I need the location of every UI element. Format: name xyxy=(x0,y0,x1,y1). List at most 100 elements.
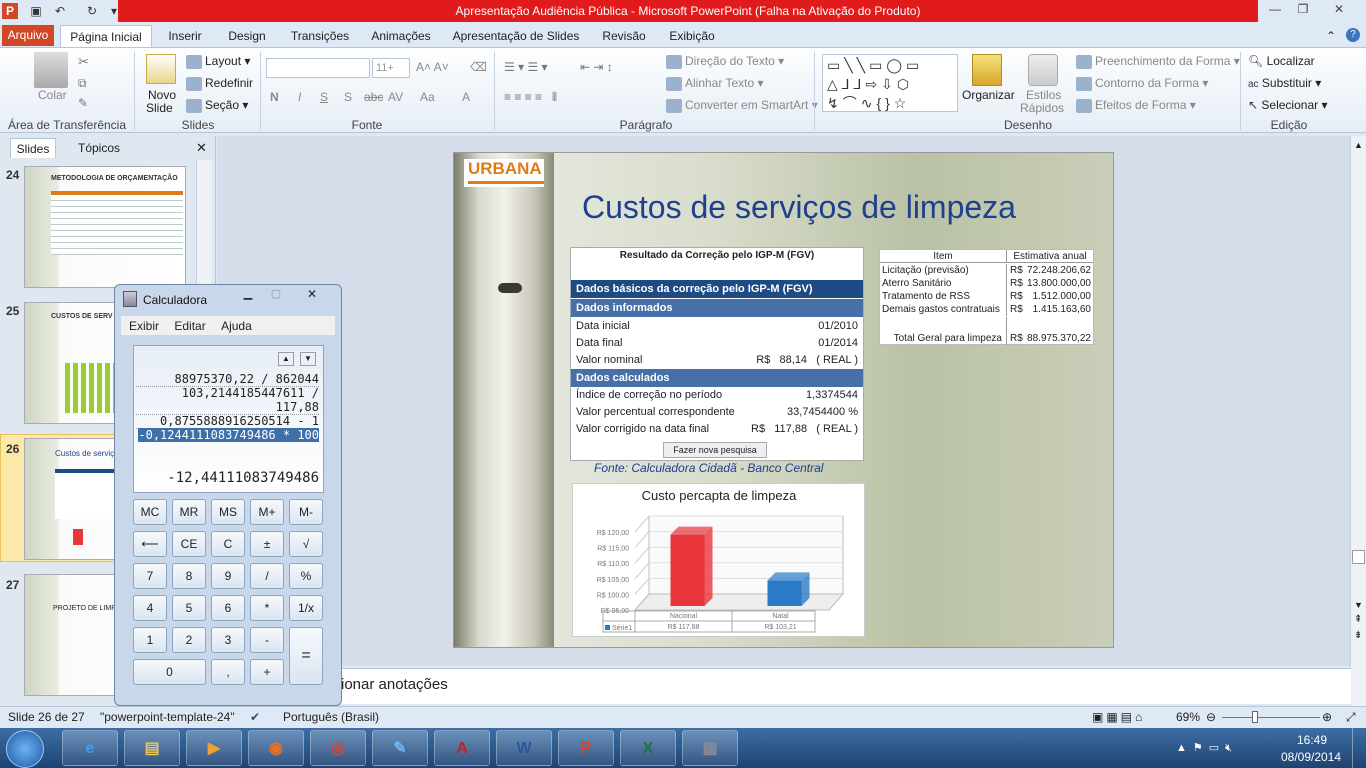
redo-icon[interactable]: ↻ xyxy=(84,3,100,19)
slide-thumbnail[interactable]: METODOLOGIA DE ORÇAMENTAÇÃO xyxy=(24,166,186,288)
select-button[interactable]: ↖ Selecionar ▾ xyxy=(1248,98,1327,112)
scroll-down-icon[interactable]: ▼ xyxy=(1354,600,1363,610)
plus-minus-button[interactable]: ± xyxy=(250,531,284,557)
igpm-result-image[interactable]: Resultado da Correção pelo IGP-M (FGV) D… xyxy=(570,247,864,461)
text-direction-button[interactable]: Direção do Texto ▾ xyxy=(666,54,784,69)
minimize-icon[interactable]: — xyxy=(1262,0,1288,18)
tab-transitions[interactable]: Transições xyxy=(284,25,356,48)
underline-button[interactable]: S xyxy=(320,90,328,104)
digit-8-button[interactable]: 8 xyxy=(172,563,206,589)
tab-animations[interactable]: Animações xyxy=(366,25,436,48)
cost-table[interactable]: Item Estimativa anual Licitação (previsã… xyxy=(879,249,1094,345)
taskbar-paint-icon[interactable]: ✎ xyxy=(372,730,428,766)
m-plus-button[interactable]: M+ xyxy=(250,499,284,525)
tab-insert[interactable]: Inserir xyxy=(160,25,210,48)
powerpoint-app-icon[interactable]: P xyxy=(2,3,18,19)
tab-home[interactable]: Página Inicial xyxy=(60,25,152,48)
paste-icon[interactable] xyxy=(34,52,68,88)
align-text-button[interactable]: Alinhar Texto ▾ xyxy=(666,76,764,91)
zoom-out-icon[interactable]: ⊖ xyxy=(1206,707,1216,728)
bullets-icon[interactable]: ☰ ▾ ☰ ▾ xyxy=(504,60,548,74)
tab-topics[interactable]: Tópicos xyxy=(66,138,132,158)
new-slide-icon[interactable] xyxy=(146,54,176,84)
bold-button[interactable]: N xyxy=(270,90,279,104)
char-spacing-button[interactable]: AV xyxy=(388,90,403,104)
new-slide-label[interactable]: Novo xyxy=(148,88,176,102)
calculator-window[interactable]: Calculadora ▁ ▢ ✕ Exibir Editar Ajuda ▲ … xyxy=(114,284,342,706)
clear-format-icon[interactable]: ⌫ xyxy=(470,60,487,74)
taskbar-internet-explorer-icon[interactable]: e xyxy=(62,730,118,766)
paste-button[interactable]: Colar xyxy=(38,88,67,102)
start-button[interactable] xyxy=(6,730,44,768)
smartart-button[interactable]: Converter em SmartArt ▾ xyxy=(666,98,818,113)
undo-icon[interactable]: ↶ xyxy=(52,3,68,19)
quick-styles-label2[interactable]: Rápidos xyxy=(1020,101,1064,115)
new-slide-label2[interactable]: Slide xyxy=(146,101,173,115)
mc-button[interactable]: MC xyxy=(133,499,167,525)
shapes-gallery[interactable]: ▭╲╲▭◯▭ △⅃⅃⇨⇩⬡ ↯⌒∿{}☆ xyxy=(822,54,958,112)
digit-9-button[interactable]: 9 xyxy=(211,563,245,589)
multiply-button[interactable]: * xyxy=(250,595,284,621)
calc-minimize-icon[interactable]: ▁ xyxy=(235,287,261,303)
main-vertical-scrollbar[interactable]: ▲ ▼ ⇞ ⇟ xyxy=(1350,136,1366,706)
calc-close-icon[interactable]: ✕ xyxy=(293,287,331,303)
tab-view[interactable]: Exibição xyxy=(662,25,722,48)
cut-icon[interactable]: ✂ xyxy=(78,54,89,70)
close-panel-icon[interactable]: ✕ xyxy=(196,140,207,156)
ms-button[interactable]: MS xyxy=(211,499,245,525)
digit-2-button[interactable]: 2 xyxy=(172,627,206,653)
taskbar-file-explorer-icon[interactable]: ▤ xyxy=(124,730,180,766)
tray-icons[interactable]: ▲⚑▭🔇︎ xyxy=(1176,741,1238,755)
history-down-icon[interactable]: ▼ xyxy=(300,352,316,366)
font-size-input[interactable]: 11+ xyxy=(372,58,410,78)
prev-slide-icon[interactable]: ⇞ xyxy=(1354,614,1362,625)
show-desktop-button[interactable] xyxy=(1352,728,1366,768)
grow-font-icon[interactable]: A˄ A˅ xyxy=(416,60,449,74)
equals-button[interactable]: = xyxy=(289,627,323,685)
align-icons[interactable]: ≡ ≡ ≡ ≡ ⫴ xyxy=(504,90,557,105)
view-buttons[interactable]: ▣▦▤⌂ xyxy=(1092,707,1145,728)
digit-6-button[interactable]: 6 xyxy=(211,595,245,621)
change-case-button[interactable]: Aa xyxy=(420,90,435,104)
history-current-expression[interactable]: -0,1244111083749486 * 100 xyxy=(138,428,319,442)
taskbar-media-player-icon[interactable]: ▶ xyxy=(186,730,242,766)
mr-button[interactable]: MR xyxy=(172,499,206,525)
help-icon[interactable]: ? xyxy=(1346,28,1360,42)
backspace-button[interactable]: ⟵ xyxy=(133,531,167,557)
menu-help[interactable]: Ajuda xyxy=(221,319,252,333)
zoom-slider-thumb[interactable] xyxy=(1252,711,1258,723)
scroll-up-icon[interactable]: ▲ xyxy=(1354,140,1363,150)
spellcheck-icon[interactable]: ✔ xyxy=(250,707,260,728)
arrange-button[interactable]: Organizar xyxy=(962,88,1015,102)
taskbar-acrobat-icon[interactable]: A xyxy=(434,730,490,766)
reciprocal-button[interactable]: 1/x xyxy=(289,595,323,621)
zoom-slider-track[interactable] xyxy=(1222,717,1320,718)
percent-button[interactable]: % xyxy=(289,563,323,589)
source-caption[interactable]: Fonte: Calculadora Cidadã - Banco Centra… xyxy=(594,461,823,475)
divide-button[interactable]: / xyxy=(250,563,284,589)
shadow-button[interactable]: S xyxy=(344,90,352,104)
cost-chart[interactable]: Custo percapta de limpeza R$ 120,00 R$ 115… xyxy=(572,483,865,637)
section-button[interactable]: Seção ▾ xyxy=(186,98,248,113)
zoom-in-icon[interactable]: ⊕ xyxy=(1322,707,1332,728)
font-color-icon[interactable]: A xyxy=(462,90,470,104)
replace-button[interactable]: ac Substituir ▾ xyxy=(1248,76,1321,90)
notes-pane[interactable]: ionar anotações xyxy=(341,668,1351,704)
taskbar-powerpoint-icon[interactable]: P xyxy=(558,730,614,766)
history-up-icon[interactable]: ▲ xyxy=(278,352,294,366)
find-button[interactable]: 🔍︎ Localizar xyxy=(1248,54,1315,68)
save-icon[interactable]: ▣ xyxy=(28,3,44,19)
shape-outline-button[interactable]: Contorno da Forma ▾ xyxy=(1076,76,1208,91)
language-indicator[interactable]: Português (Brasil) xyxy=(283,707,379,728)
shape-effects-button[interactable]: Efeitos de Forma ▾ xyxy=(1076,98,1196,113)
taskbar-word-icon[interactable]: W xyxy=(496,730,552,766)
zoom-level[interactable]: 69% xyxy=(1176,707,1200,728)
digit-3-button[interactable]: 3 xyxy=(211,627,245,653)
taskbar-excel-icon[interactable]: X xyxy=(620,730,676,766)
sqrt-button[interactable]: √ xyxy=(289,531,323,557)
digit-7-button[interactable]: 7 xyxy=(133,563,167,589)
ce-button[interactable]: CE xyxy=(172,531,206,557)
layout-button[interactable]: Layout ▾ xyxy=(186,54,250,69)
tab-file[interactable]: Arquivo xyxy=(2,25,54,46)
tab-slideshow[interactable]: Apresentação de Slides xyxy=(446,25,586,48)
